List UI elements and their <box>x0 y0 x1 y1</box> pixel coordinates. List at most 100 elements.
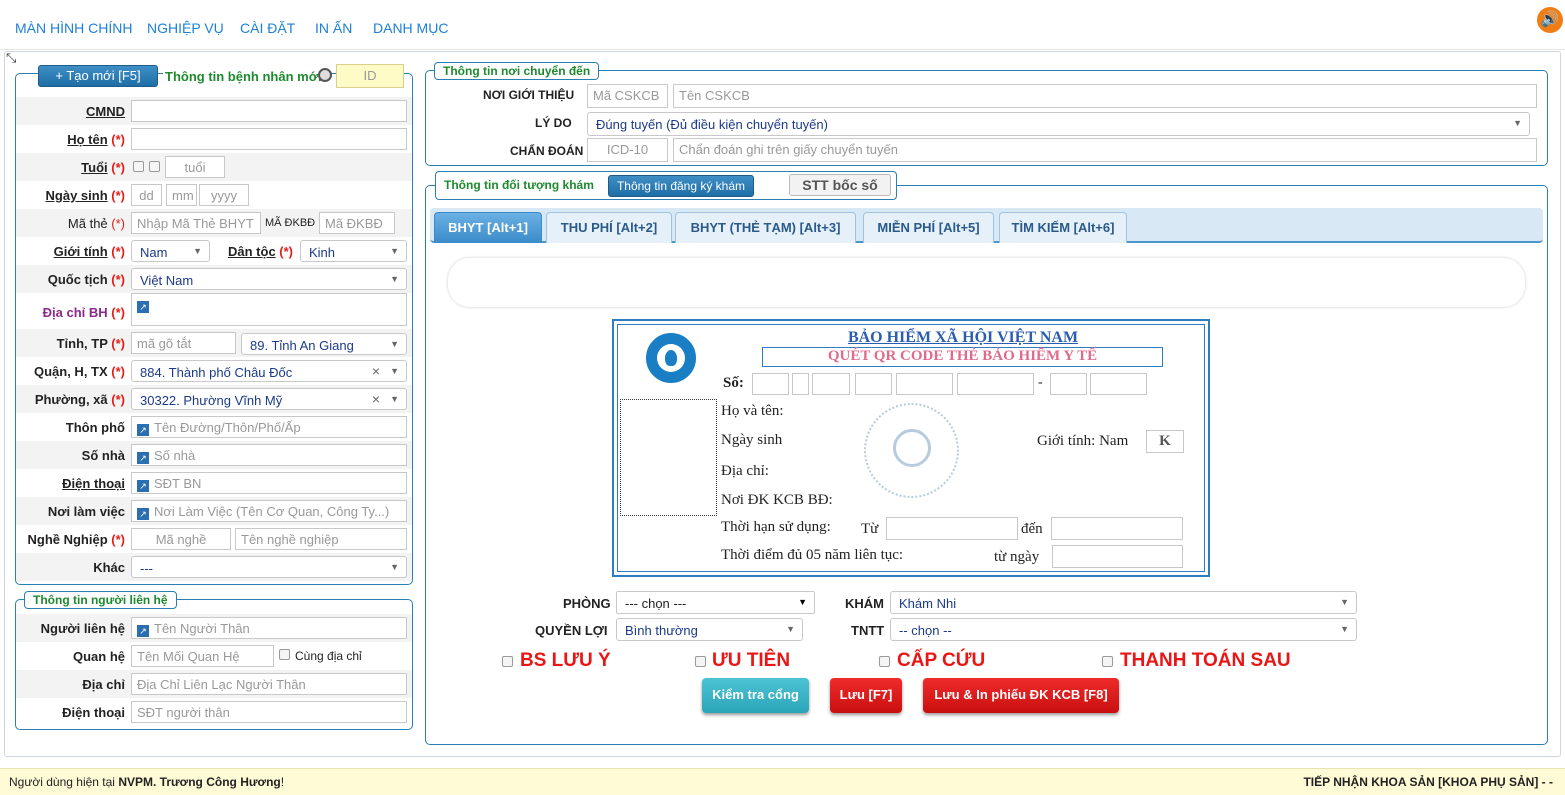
card-title: BẢO HIỂM XÃ HỘI VIỆT NAM <box>847 329 1079 346</box>
thonpho-input[interactable]: ↗ Tên Đường/Thôn/Phố/Ấp <box>131 416 407 438</box>
tab-bhyt-the-tam[interactable]: BHYT (THẺ TẠM) [Alt+3] <box>675 212 856 243</box>
menu-in-an[interactable]: IN ẤN <box>315 20 352 36</box>
diachi-textarea[interactable]: ↗ <box>131 293 407 326</box>
month-input[interactable]: mm <box>166 184 197 206</box>
card-so-1[interactable] <box>752 373 789 395</box>
new-patient-button[interactable]: + Tạo mới [F5] <box>38 65 158 87</box>
gioitinh-select[interactable]: Nam ▼ <box>131 240 210 262</box>
save-print-button[interactable]: Lưu & In phiếu ĐK KCB [F8] <box>923 678 1119 713</box>
row-dienthoailienhe: Điện thoại SĐT người thân <box>16 698 412 726</box>
sonha-input[interactable]: ↗ Số nhà <box>131 444 407 466</box>
row-cmnd: CMND <box>16 97 412 125</box>
clear-icon[interactable]: × <box>372 391 380 407</box>
menu-cai-dat[interactable]: CÀI ĐẶT <box>240 20 295 36</box>
card-gioitinh-field[interactable]: K <box>1146 430 1184 453</box>
tuoi-checkbox-2[interactable] <box>149 161 160 172</box>
tuoi-checkbox-1[interactable] <box>133 161 144 172</box>
card-so-7[interactable] <box>1050 373 1087 395</box>
camera-icon[interactable] <box>318 68 332 82</box>
external-link-icon: ↗ <box>137 480 149 492</box>
quyenloi-select[interactable]: Bình thường ▼ <box>616 618 803 641</box>
clear-icon[interactable]: × <box>372 363 380 379</box>
khac-select[interactable]: --- ▼ <box>131 556 407 578</box>
card-den-input[interactable] <box>1051 517 1183 540</box>
kham-select[interactable]: Khám Nhi ▼ <box>890 591 1357 614</box>
tencskcb-input[interactable]: Tên CSKCB <box>673 84 1537 108</box>
madkbd-input[interactable]: Mã ĐKBĐ <box>319 212 395 234</box>
noilamviec-input[interactable]: ↗ Nơi Làm Việc (Tên Cơ Quan, Công Ty...) <box>131 500 407 522</box>
tab-bhyt[interactable]: BHYT [Alt+1] <box>434 212 542 243</box>
dienthoai-input[interactable]: ↗ SĐT BN <box>131 472 407 494</box>
thanh-toan-sau-checkbox[interactable] <box>1102 656 1113 667</box>
card-tungay-label: từ ngày <box>994 549 1040 565</box>
dienthoai-label: Điện thoại <box>62 476 125 491</box>
tab-tim-kiem[interactable]: TÌM KIẾM [Alt+6] <box>999 212 1127 243</box>
card-tu-input[interactable] <box>886 517 1018 540</box>
status-user: Người dùng hiện tại NVPM. Trương Công Hư… <box>9 775 285 789</box>
card-so-2[interactable] <box>792 373 809 395</box>
check-portal-button[interactable]: Kiểm tra cổng <box>702 678 809 713</box>
card-so-8[interactable] <box>1090 373 1147 395</box>
tab-mien-phi[interactable]: MIỄN PHÍ [Alt+5] <box>863 212 994 243</box>
year-input[interactable]: yyyy <box>199 184 249 206</box>
icd-input[interactable]: ICD-10 <box>587 138 668 162</box>
tennghe-input[interactable]: Tên nghề nghiệp <box>235 528 407 550</box>
chandoan-input[interactable]: Chẩn đoán ghi trên giấy chuyển tuyến <box>673 138 1537 162</box>
cmnd-input[interactable] <box>131 100 407 122</box>
qr-scan-field[interactable]: QUÉT QR CODE THẺ BẢO HIỂM Y TẾ <box>762 347 1163 367</box>
card-tungay-input[interactable] <box>1052 545 1183 568</box>
uu-tien-checkbox[interactable] <box>695 656 706 667</box>
tinh-select[interactable]: 89. Tỉnh An Giang ▼ <box>241 333 407 355</box>
tntt-select[interactable]: -- chọn -- ▼ <box>890 618 1357 641</box>
speaker-icon[interactable]: 🔊 <box>1537 7 1563 33</box>
diachilienhe-label: Địa chỉ <box>82 677 125 692</box>
diachilienhe-input[interactable]: Địa Chỉ Liên Lạc Người Thân <box>131 673 407 695</box>
expand-icon[interactable]: ⤡ <box>6 51 20 65</box>
external-link-icon: ↗ <box>137 625 149 637</box>
menu-nghiep-vu[interactable]: NGHIỆP VỤ <box>147 20 224 36</box>
phuong-label: Phường, xã (*) <box>34 392 125 407</box>
lydo-select[interactable]: Đúng tuyến (Đủ điều kiện chuyển tuyến) ▼ <box>587 112 1530 136</box>
card-so-6[interactable] <box>957 373 1034 395</box>
bs-luu-y-checkbox[interactable] <box>502 656 513 667</box>
cap-cuu-checkbox[interactable] <box>879 656 890 667</box>
scan-input-area[interactable] <box>448 258 1525 307</box>
cungdiachi-checkbox[interactable] <box>279 649 290 660</box>
menu-danh-muc[interactable]: DANH MỤC <box>373 20 448 36</box>
patient-id-field[interactable]: ID <box>336 64 404 88</box>
phuong-select[interactable]: 30322. Phường Vĩnh Mỹ × ▼ <box>131 388 407 410</box>
day-input[interactable]: dd <box>131 184 162 206</box>
tinh-code-input[interactable]: mã gõ tắt <box>131 332 236 354</box>
mathe-input[interactable]: Nhập Mã Thẻ BHYT <box>131 212 261 234</box>
mathe-label: Mã thẻ (*) <box>67 216 125 231</box>
quanhe-input[interactable]: Tên Mối Quan Hệ <box>131 645 274 667</box>
madkbd-label: MÃ ĐKBĐ <box>265 217 316 229</box>
card-hoten-label: Họ và tên: <box>721 403 784 419</box>
dienthoailienhe-input[interactable]: SĐT người thân <box>131 701 407 723</box>
registration-info-button[interactable]: Thông tin đăng ký khám <box>608 175 754 197</box>
transfer-panel-title: Thông tin nơi chuyển đến <box>434 62 600 80</box>
card-so-4[interactable] <box>855 373 892 395</box>
insurance-card: BẢO HIỂM XÃ HỘI VIỆT NAM QUÉT QR CODE TH… <box>612 319 1210 577</box>
card-so-3[interactable] <box>812 373 850 395</box>
card-so-5[interactable] <box>896 373 953 395</box>
row-hoten: Họ tên (*) <box>16 125 412 153</box>
save-button[interactable]: Lưu [F7] <box>830 678 902 713</box>
dantoc-select[interactable]: Kinh ▼ <box>300 240 407 262</box>
quan-select[interactable]: 884. Thành phố Châu Đốc × ▼ <box>131 360 407 382</box>
cungdiachi-label: Cùng địa chỉ <box>295 649 362 663</box>
hoten-input[interactable] <box>131 128 407 150</box>
card-ngaysinh-label: Ngày sinh <box>721 432 783 448</box>
thanh-toan-sau-label: THANH TOÁN SAU <box>1120 650 1291 671</box>
quoctich-select[interactable]: Việt Nam ▼ <box>131 268 407 290</box>
insurance-tab-bar: BHYT [Alt+1] THU PHÍ [Alt+2] BHYT (THẺ T… <box>430 208 1543 243</box>
manghe-input[interactable]: Mã nghề <box>131 528 231 550</box>
tuoi-input[interactable]: tuổi <box>165 156 225 178</box>
phong-select[interactable]: --- chọn --- ▼ <box>616 591 815 614</box>
transfer-panel: Thông tin nơi chuyển đến NƠI GIỚI THIỆU … <box>425 62 1548 166</box>
macskcb-input[interactable]: Mã CSKCB <box>587 84 668 108</box>
nguoilienhe-input[interactable]: ↗ Tên Người Thân <box>131 617 407 639</box>
tab-thu-phi[interactable]: THU PHÍ [Alt+2] <box>546 212 672 243</box>
stt-button[interactable]: STT bốc số <box>789 174 891 196</box>
menu-man-hinh-chinh[interactable]: MÀN HÌNH CHÍNH <box>15 20 132 36</box>
